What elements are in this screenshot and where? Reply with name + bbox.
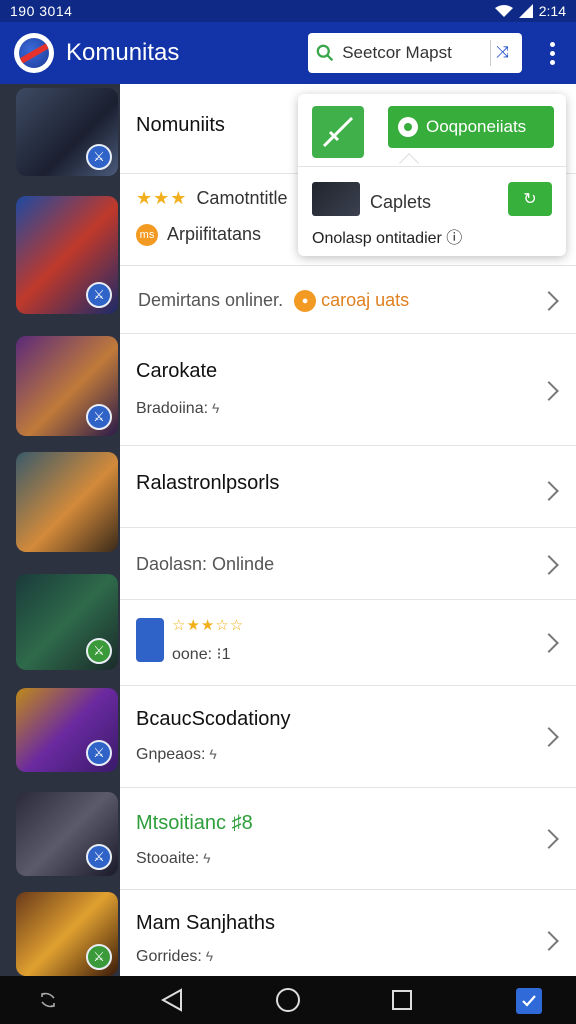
game-badge-icon: ⚔	[86, 404, 112, 430]
list-item[interactable]: Daolasn: Onlinde	[120, 528, 576, 600]
more-vert-icon[interactable]	[542, 41, 562, 65]
list-item-subtitle: Arpiifitatans	[167, 224, 262, 244]
list-item[interactable]: ☆★★☆☆ oone: ⁝1	[120, 600, 576, 686]
wifi-icon	[494, 5, 513, 17]
search-icon	[316, 44, 334, 62]
list-item-subtitle: Stooaite: ϟ	[136, 850, 211, 867]
status-bar: 190 3014 2:14	[0, 0, 576, 22]
rotate-icon[interactable]	[38, 990, 58, 1010]
game-badge-icon: ⚔	[86, 282, 112, 308]
search-input[interactable]	[342, 43, 483, 63]
popup-footer-text: Onolasp ontitadier ⓘ	[312, 230, 463, 247]
bolt-icon: ϟ	[205, 948, 214, 964]
popup-item-thumbnail	[312, 182, 360, 216]
popup-menu: Ooqponeiiats Caplets ↻ Onolasp ontitadie…	[298, 94, 566, 256]
game-thumbnail[interactable]: ⚔	[16, 336, 118, 436]
list-item-title: BcaucScodationy	[136, 708, 291, 730]
bolt-icon: ϟ	[212, 400, 220, 416]
orange-dot-icon: ●	[294, 290, 317, 313]
popup-caret	[399, 153, 419, 173]
app-title: Komunitas	[66, 39, 180, 66]
signal-icon	[518, 4, 533, 18]
list-item[interactable]: BcaucScodationy Gnpeaos: ϟ	[120, 686, 576, 788]
chevron-right-icon	[539, 481, 559, 501]
game-badge-icon: ⚔	[86, 740, 112, 766]
system-nav-bar	[0, 976, 576, 1024]
popup-item-label[interactable]: Caplets	[370, 192, 431, 213]
list-item[interactable]: Ralastronlpsorls	[120, 446, 576, 528]
app-icon	[136, 618, 164, 662]
search-box[interactable]: ⤨	[308, 33, 522, 73]
popup-divider	[298, 166, 566, 167]
game-thumbnail[interactable]: ⚔	[16, 792, 118, 876]
list-item[interactable]: Mam Sanjhaths Gorrides: ϟ	[120, 890, 576, 976]
list-item-title: Mam Sanjhaths	[136, 912, 275, 934]
sword-icon	[322, 116, 354, 148]
list-item-title: Mtsoitianc ♯8	[136, 812, 253, 834]
list-item[interactable]: Mtsoitianc ♯8 Stooaite: ϟ	[120, 788, 576, 890]
game-thumbnail[interactable]	[16, 452, 118, 552]
chevron-right-icon	[539, 829, 559, 849]
status-clock: 2:14	[538, 3, 566, 19]
chevron-right-icon	[539, 291, 559, 311]
chevron-right-icon	[539, 727, 559, 747]
chevron-right-icon	[539, 381, 559, 401]
assistant-icon[interactable]	[516, 988, 542, 1014]
list-item-subtitle: Gorrides: ϟ	[136, 948, 214, 965]
list-item-title: Daolasn: Onlinde	[136, 554, 275, 574]
thumbnail-rail: ⚔ ⚔ ⚔ ⚔ ⚔ ⚔ ⚔	[0, 84, 120, 976]
home-icon[interactable]	[275, 987, 301, 1013]
chevron-right-icon	[539, 633, 559, 653]
bolt-icon: ϟ	[209, 746, 217, 762]
game-badge-icon: ⚔	[86, 944, 112, 970]
list-item-title: Carokate	[136, 360, 218, 382]
list-item-subtitle: oone: ⁝1	[172, 646, 231, 663]
recents-icon[interactable]	[391, 989, 413, 1011]
primary-action-button[interactable]: Ooqponeiiats	[388, 106, 554, 148]
record-icon	[398, 117, 418, 137]
sword-action-button[interactable]	[312, 106, 364, 158]
shuffle-icon[interactable]: ⤨	[490, 40, 514, 66]
game-thumbnail[interactable]: ⚔	[16, 88, 118, 176]
refresh-button[interactable]: ↻	[508, 182, 552, 216]
list-item-chip: caroaj uats	[321, 290, 410, 310]
app-logo[interactable]	[14, 33, 54, 73]
list-item[interactable]: Carokate Bradoiina: ϟ	[120, 334, 576, 446]
list-item-subtitle: Gnpeaos: ϟ	[136, 746, 217, 763]
rating-stars: ☆★★☆☆	[172, 617, 245, 634]
bolt-icon: ϟ	[203, 850, 211, 866]
game-badge-icon: ⚔	[86, 638, 112, 664]
list-item-title: Demirtans onliner.	[138, 290, 284, 310]
game-badge-icon: ⚔	[86, 844, 112, 870]
game-thumbnail[interactable]: ⚔	[16, 892, 118, 976]
list-item-subtitle: Bradoiina: ϟ	[136, 400, 220, 417]
game-thumbnail[interactable]: ⚔	[16, 196, 118, 314]
list-item-title: Camotntitle	[196, 188, 288, 208]
list-item-title: Nomuniits	[136, 114, 225, 136]
game-thumbnail[interactable]: ⚔	[16, 574, 118, 670]
game-badge-icon: ⚔	[86, 144, 112, 170]
chevron-right-icon	[539, 555, 559, 575]
badge-icon: ms	[136, 224, 158, 247]
list-item[interactable]: Demirtans onliner. ● caroaj uats	[120, 266, 576, 334]
refresh-icon: ↻	[523, 191, 537, 208]
back-icon[interactable]	[160, 988, 184, 1012]
list-item-title: Ralastronlpsorls	[136, 472, 280, 494]
game-thumbnail[interactable]: ⚔	[16, 688, 118, 772]
rating-stars: ★★★	[136, 188, 188, 208]
chevron-right-icon	[539, 931, 559, 951]
primary-action-label: Ooqponeiiats	[426, 117, 527, 136]
app-bar: Komunitas ⤨	[0, 22, 576, 84]
status-left-text: 190 3014	[10, 3, 73, 19]
